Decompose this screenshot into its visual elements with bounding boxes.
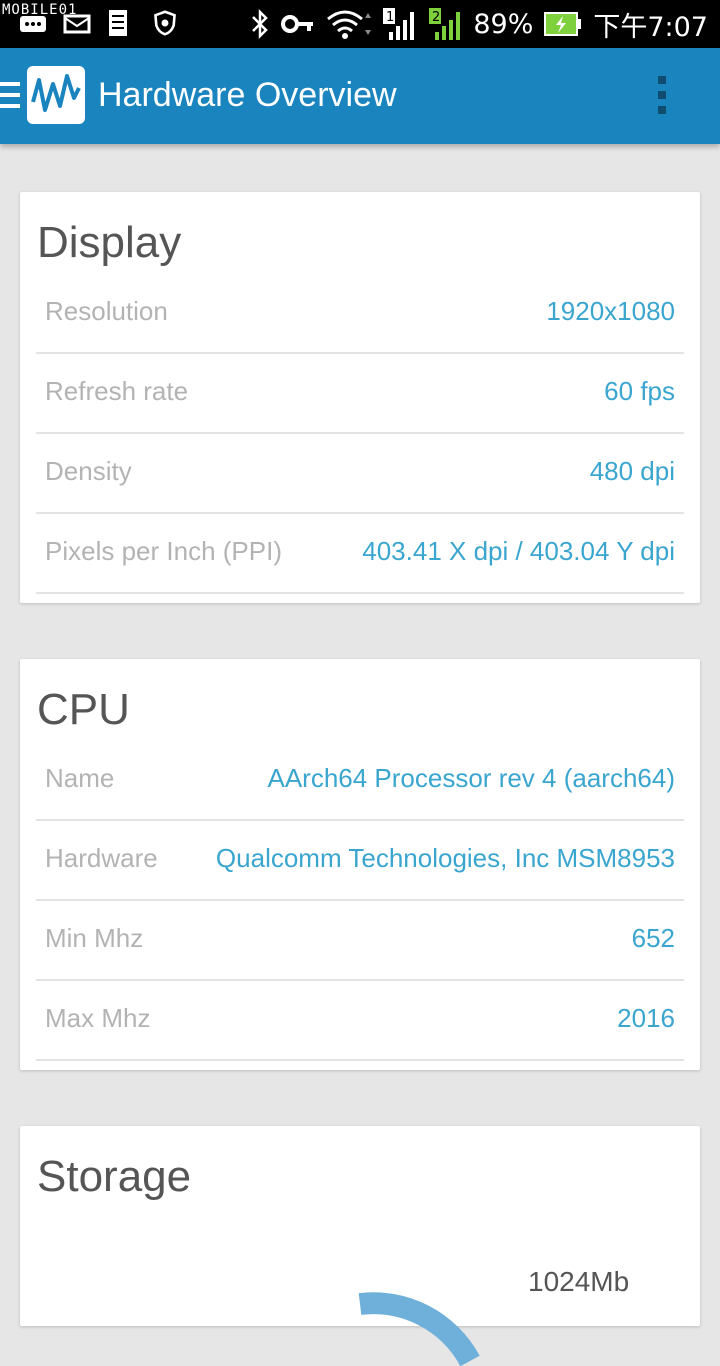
menu-icon[interactable] — [0, 82, 20, 110]
row-value: Qualcomm Technologies, Inc MSM8953 — [215, 843, 675, 873]
row-label: Name — [45, 763, 115, 793]
display-row-resolution: Resolution 1920x1080 — [36, 272, 684, 354]
storage-title: Storage — [37, 1152, 192, 1201]
app-logo[interactable] — [27, 66, 85, 124]
row-label: Resolution — [45, 296, 168, 326]
row-label: Hardware — [45, 843, 158, 873]
row-value: AArch64 Processor rev 4 (aarch64) — [267, 763, 675, 793]
cpu-row-max-mhz: Max Mhz 2016 — [36, 979, 684, 1061]
notification-icons — [18, 10, 180, 36]
svg-text:1: 1 — [386, 10, 394, 25]
wifi-icon — [327, 10, 372, 39]
signal-sim2-icon: 2 — [429, 8, 461, 40]
battery-charging-icon — [544, 12, 582, 36]
message-icon — [20, 16, 46, 32]
display-row-refresh-rate: Refresh rate 60 fps — [36, 352, 684, 434]
system-status: 1 2 89% 下午7:07 — [249, 0, 708, 48]
row-label: Pixels per Inch (PPI) — [45, 536, 282, 566]
clock: 下午7:07 — [593, 11, 708, 43]
row-value: 652 — [631, 923, 675, 953]
svg-text:2: 2 — [432, 10, 440, 25]
row-value: 403.41 X dpi / 403.04 Y dpi — [362, 536, 675, 566]
app-title: Hardware Overview — [98, 76, 397, 114]
bluetooth-icon — [252, 8, 269, 40]
waveform-icon — [31, 74, 81, 112]
row-label: Max Mhz — [45, 1003, 151, 1033]
storage-card: Storage 1024Mb — [20, 1126, 700, 1366]
row-label: Density — [45, 456, 132, 486]
row-value: 2016 — [617, 1003, 675, 1033]
cpu-row-name: Name AArch64 Processor rev 4 (aarch64) — [36, 739, 684, 821]
display-title: Display — [37, 218, 182, 267]
signal-sim1-icon: 1 — [383, 8, 415, 40]
cpu-row-min-mhz: Min Mhz 652 — [36, 899, 684, 981]
row-label: Refresh rate — [45, 376, 189, 406]
key-icon — [281, 15, 314, 33]
document-icon — [109, 10, 127, 36]
display-card: Display Resolution 1920x1080 Refresh rat… — [20, 192, 700, 603]
storage-total-label: 1024Mb — [528, 1266, 630, 1297]
row-label: Min Mhz — [45, 923, 144, 953]
display-row-density: Density 480 dpi — [36, 432, 684, 514]
storage-donut-arc — [358, 1292, 480, 1366]
battery-percent: 89% — [473, 8, 534, 40]
app-bar: Hardware Overview — [0, 48, 720, 144]
cpu-row-hardware: Hardware Qualcomm Technologies, Inc MSM8… — [36, 819, 684, 901]
status-bar: MOBILE01 1 2 89% 下午7:07 — [0, 0, 720, 48]
row-value: 1920x1080 — [546, 296, 675, 326]
row-value: 480 dpi — [589, 456, 675, 486]
cpu-title: CPU — [37, 685, 130, 734]
cpu-card: CPU Name AArch64 Processor rev 4 (aarch6… — [20, 659, 700, 1070]
shield-icon — [154, 10, 176, 36]
display-row-ppi: Pixels per Inch (PPI) 403.41 X dpi / 403… — [36, 512, 684, 594]
overflow-menu-icon[interactable] — [658, 76, 670, 116]
storage-donut-chart — [358, 1292, 480, 1366]
row-value: 60 fps — [604, 376, 675, 406]
mail-icon — [63, 14, 91, 34]
